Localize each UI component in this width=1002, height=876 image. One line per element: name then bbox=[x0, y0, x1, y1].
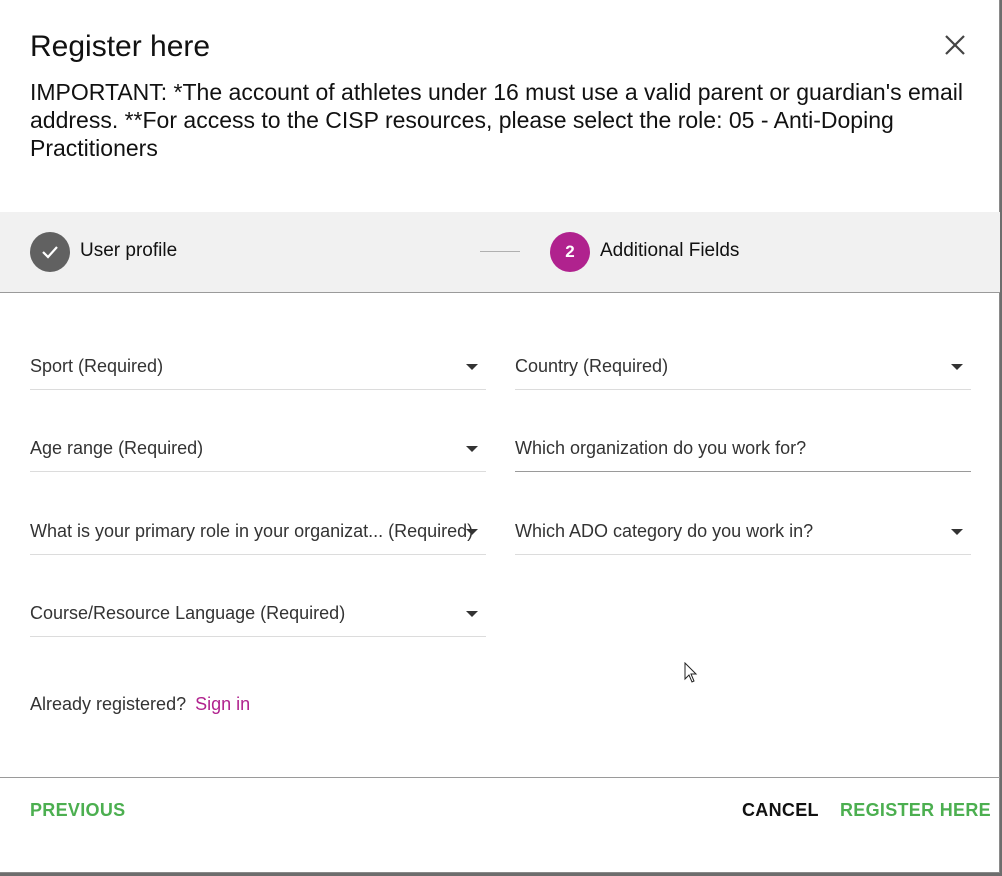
important-notice: IMPORTANT: *The account of athletes unde… bbox=[30, 79, 963, 161]
step-2-badge: 2 bbox=[550, 232, 590, 272]
country-select-label: Country (Required) bbox=[515, 356, 669, 376]
chevron-down-icon bbox=[466, 446, 478, 452]
step-1-complete-badge bbox=[30, 232, 70, 272]
signin-link[interactable]: Sign in bbox=[195, 694, 250, 714]
step-connector bbox=[480, 251, 520, 252]
chevron-down-icon bbox=[951, 529, 963, 535]
previous-button[interactable]: PREVIOUS bbox=[30, 800, 125, 821]
sport-select[interactable]: Sport (Required) bbox=[30, 344, 486, 390]
close-button[interactable] bbox=[940, 30, 970, 60]
chevron-down-icon bbox=[466, 611, 478, 617]
ado-category-select[interactable]: Which ADO category do you work in? bbox=[515, 509, 971, 555]
stepper: User profile 2 Additional Fields bbox=[0, 212, 1000, 293]
organization-input[interactable]: Which organization do you work for? bbox=[515, 426, 971, 472]
age-range-select-label: Age range (Required) bbox=[30, 438, 204, 458]
primary-role-select[interactable]: What is your primary role in your organi… bbox=[30, 509, 486, 555]
language-select[interactable]: Course/Resource Language (Required) bbox=[30, 591, 486, 637]
cancel-button[interactable]: CANCEL bbox=[742, 800, 819, 821]
sport-select-label: Sport (Required) bbox=[30, 356, 164, 376]
age-range-select[interactable]: Age range (Required) bbox=[30, 426, 486, 472]
country-select[interactable]: Country (Required) bbox=[515, 344, 971, 390]
signin-row: Already registered? Sign in bbox=[30, 694, 250, 715]
dialog-title: Register here bbox=[30, 30, 211, 63]
chevron-down-icon bbox=[466, 364, 478, 370]
chevron-down-icon bbox=[951, 364, 963, 370]
organization-input-placeholder: Which organization do you work for? bbox=[515, 438, 807, 458]
step-2-label: Additional Fields bbox=[600, 240, 740, 261]
register-button[interactable]: REGISTER HERE bbox=[840, 800, 991, 821]
close-icon bbox=[945, 35, 965, 55]
language-select-label: Course/Resource Language (Required) bbox=[30, 603, 346, 623]
step-1-label: User profile bbox=[80, 240, 178, 261]
ado-category-select-label: Which ADO category do you work in? bbox=[515, 521, 814, 541]
footer-divider bbox=[0, 777, 1000, 778]
signin-prompt: Already registered? bbox=[30, 694, 187, 714]
check-icon bbox=[42, 246, 58, 259]
primary-role-select-label: What is your primary role in your organi… bbox=[30, 521, 474, 541]
register-dialog: Register here IMPORTANT: *The account of… bbox=[0, 0, 1000, 873]
mouse-cursor-icon bbox=[684, 662, 698, 683]
chevron-down-icon bbox=[466, 529, 478, 535]
